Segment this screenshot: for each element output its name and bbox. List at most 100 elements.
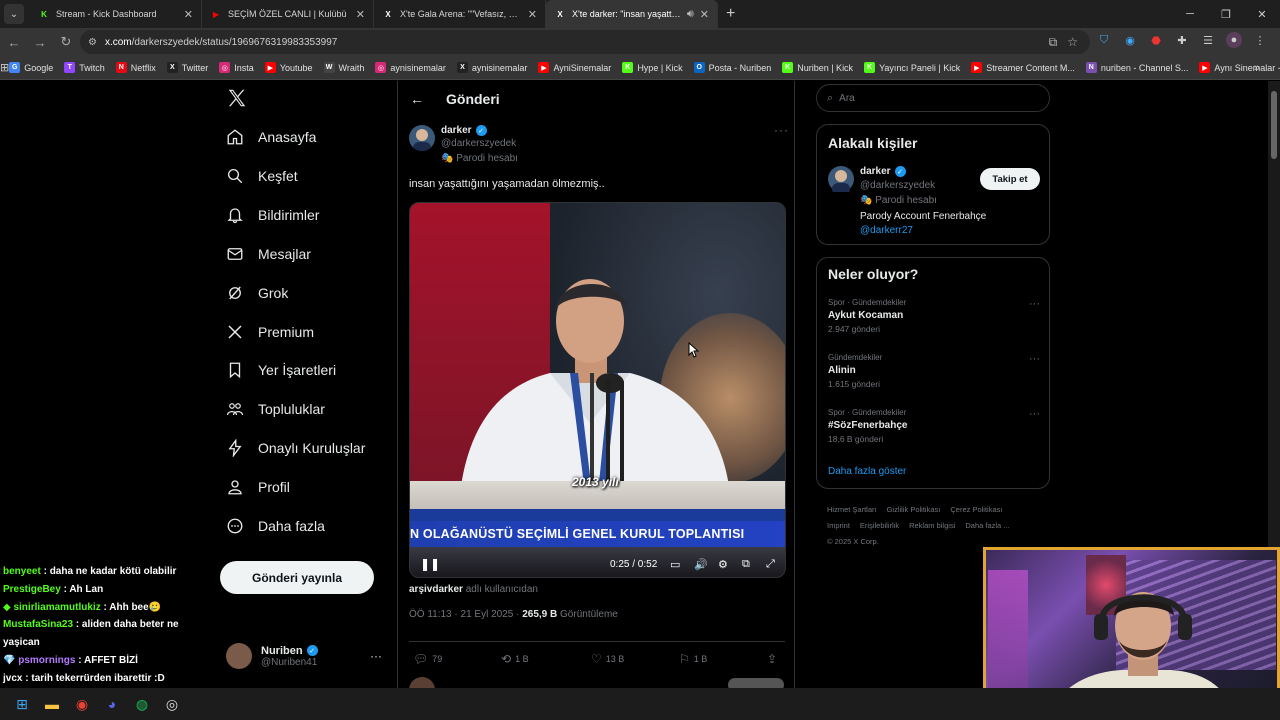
nav-item-5[interactable]: Grok (226, 284, 288, 302)
star-icon[interactable]: ☆ (1067, 35, 1078, 50)
nav-item-1[interactable]: Anasayfa (226, 128, 316, 146)
footer-link[interactable]: Erişilebilirlik (860, 521, 899, 530)
video-progress-bar[interactable] (410, 577, 786, 578)
trend-item[interactable]: Spor · Gündemdekiler #SözFenerbahçe 18,6 B… (828, 408, 1040, 444)
windows-start-icon[interactable]: ⊞ (8, 690, 36, 718)
browser-tab[interactable]: K Stream - Kick Dashboard ✕ (30, 0, 202, 28)
bookmark-item[interactable]: Xaynisinemalar (456, 62, 527, 73)
bookmark-item[interactable]: ◎ Insta (219, 62, 254, 73)
footer-link[interactable]: © 2025 X Corp. (827, 537, 879, 546)
site-info-icon[interactable]: ⚙ (88, 37, 97, 48)
bookmark-button[interactable]: ⚐ 1 B (679, 652, 707, 666)
volume-icon[interactable]: 🔊 (694, 558, 708, 571)
bookmarks-overflow-icon[interactable]: » (1254, 62, 1260, 74)
post-timestamp[interactable]: ÖÖ 11:13 · 21 Eyl 2025 · (409, 609, 522, 620)
related-name[interactable]: darker ✓ (860, 166, 906, 177)
back-button[interactable]: ← (2, 30, 26, 54)
scrollbar-thumb[interactable] (1271, 91, 1277, 159)
bookmark-item[interactable]: ▶ Streamer Content M... (971, 62, 1075, 73)
nav-item-6[interactable]: Premium (226, 323, 314, 341)
obs-icon[interactable]: ◎ (158, 690, 186, 718)
bookmark-item[interactable]: T Twitch (64, 62, 105, 73)
video-source-user[interactable]: arşivdarker (409, 584, 463, 595)
video-player[interactable]: 2013 yılı N OLAĞANÜSTÜ SEÇİMLİ GENEL KUR… (409, 202, 786, 578)
trend-item[interactable]: Spor · Gündemdekiler Aykut Kocaman 2.947 g… (828, 298, 1040, 334)
bookmark-item[interactable]: ▶Aynı Sinemalar - Ça... (1199, 62, 1280, 73)
bookmark-item[interactable]: W Wraith (323, 62, 364, 73)
author-handle[interactable]: @darkerszyedek (441, 138, 516, 149)
account-switcher[interactable]: Nuriben ✓ @Nuriben41 ··· (226, 643, 382, 669)
captions-icon[interactable]: ▭ (670, 558, 680, 571)
shield-extension-icon[interactable]: ⛉ (1096, 32, 1112, 48)
reload-button[interactable]: ↻ (54, 30, 78, 54)
search-input[interactable]: ⌕ Ara (816, 84, 1050, 112)
close-tab-icon[interactable]: ✕ (700, 8, 709, 21)
related-link[interactable]: @darkerr27 (860, 225, 913, 236)
close-tab-icon[interactable]: ✕ (528, 8, 537, 21)
related-handle[interactable]: @darkerszyedek (860, 180, 935, 191)
footer-link[interactable]: Imprint (827, 521, 850, 530)
chrome-icon[interactable]: ◉ (68, 690, 96, 718)
related-avatar[interactable] (828, 166, 854, 195)
trend-item[interactable]: Gündemdekiler Alinin 1.615 gönderi ··· (828, 353, 1040, 389)
nav-item-11[interactable]: Daha fazla (226, 517, 325, 535)
bookmark-item[interactable]: ◎ aynisinemalar (375, 62, 446, 73)
chat-username[interactable]: sinirliamamutlukiz (13, 602, 100, 613)
chat-username[interactable]: psmornings (18, 655, 75, 666)
close-window-button[interactable]: ✕ (1244, 0, 1280, 28)
back-arrow-icon[interactable]: ← (410, 91, 424, 107)
share-button[interactable]: ⇪ (767, 652, 781, 666)
bookmark-item[interactable]: K Hype | Kick (622, 62, 683, 73)
fullscreen-icon[interactable]: ⤢ (766, 558, 775, 571)
post-button[interactable]: Gönderi yayınla (220, 561, 374, 594)
trend-more-icon[interactable]: ··· (1029, 298, 1040, 310)
adblock-extension-icon[interactable]: ⬣ (1148, 32, 1164, 48)
nav-item-3[interactable]: Bildirimler (226, 206, 319, 224)
chat-username[interactable]: jvcx (3, 673, 22, 684)
show-more-link[interactable]: Daha fazla göster (828, 466, 906, 477)
browser-tab[interactable]: X X'te darker: "insan yaşattığı 🔊︎ ✕ (546, 0, 718, 28)
settings-gear-icon[interactable]: ⚙ (718, 558, 728, 571)
reply-button[interactable]: 💬︎ 79 (413, 652, 442, 666)
trend-more-icon[interactable]: ··· (1029, 353, 1040, 365)
close-tab-icon[interactable]: ✕ (184, 8, 193, 21)
vpn-extension-icon[interactable]: ◉ (1122, 32, 1138, 48)
puzzle-icon[interactable]: ✚ (1174, 32, 1190, 48)
bookmark-item[interactable]: ▶ AyniSinemalar (538, 62, 611, 73)
nav-item-10[interactable]: Profil (226, 478, 290, 496)
pause-icon[interactable]: ❚❚ (420, 557, 440, 571)
close-tab-icon[interactable]: ✕ (356, 8, 365, 21)
new-tab-button[interactable]: + (726, 5, 735, 23)
restore-button[interactable]: ❐ (1208, 0, 1244, 28)
trend-more-icon[interactable]: ··· (1029, 408, 1040, 420)
chat-username[interactable]: PrestigeBey (3, 584, 61, 595)
address-bar[interactable]: ⚙ x.com/darkerszyedek/status/19696763199… (80, 30, 1090, 54)
author-avatar[interactable] (409, 125, 435, 151)
bookmark-item[interactable]: G Google (9, 62, 53, 73)
nav-item-2[interactable]: Keşfet (226, 167, 298, 185)
footer-link[interactable]: Reklam bilgisi (909, 521, 955, 530)
chat-username[interactable]: MustafaSina23 (3, 619, 73, 630)
apps-grid-icon[interactable]: ⊞ (0, 61, 9, 74)
bookmark-item[interactable]: Nnuriben - Channel S... (1085, 62, 1188, 73)
like-button[interactable]: ♡ 13 B (591, 652, 624, 666)
media-control-icon[interactable]: ☰ (1200, 32, 1216, 48)
repost-button[interactable]: ⟲ 1 B (501, 652, 529, 666)
reply-pill[interactable] (728, 678, 784, 688)
footer-link[interactable]: Çerez Politikası (950, 505, 1002, 514)
speaker-icon[interactable]: 🔊︎ (687, 8, 694, 21)
follow-button[interactable]: Takip et (980, 168, 1040, 190)
tab-search-button[interactable]: ⌄ (4, 4, 24, 24)
chat-username[interactable]: benyeet (3, 566, 41, 577)
install-app-icon[interactable]: ⧉ (1049, 35, 1058, 50)
bookmark-item[interactable]: O Posta - Nuriben (693, 62, 771, 73)
bookmark-item[interactable]: X Twitter (166, 62, 208, 73)
bookmark-item[interactable]: ▶ Youtube (264, 62, 313, 73)
reply-avatar[interactable] (409, 677, 435, 688)
bookmark-item[interactable]: K Nuriben | Kick (782, 62, 853, 73)
nav-item-9[interactable]: Onaylı Kuruluşlar (226, 439, 365, 458)
footer-link[interactable]: Gizlilik Politikası (887, 505, 941, 514)
footer-link[interactable]: Daha fazla ... (965, 521, 1009, 530)
minimize-button[interactable]: ─ (1172, 0, 1208, 28)
pip-icon[interactable]: ⧉ (742, 558, 750, 571)
